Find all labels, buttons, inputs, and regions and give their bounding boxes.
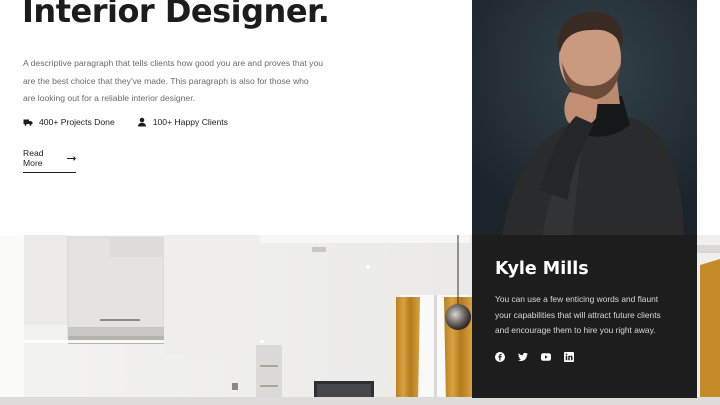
designer-portrait bbox=[472, 0, 697, 237]
social-links bbox=[495, 351, 675, 362]
twitter-icon[interactable] bbox=[518, 352, 528, 362]
profile-card: Kyle Mills You can use a few enticing wo… bbox=[472, 235, 697, 398]
user-icon bbox=[137, 117, 147, 127]
truck-icon bbox=[23, 117, 33, 127]
profile-bio: You can use a few enticing words and fla… bbox=[495, 294, 661, 335]
read-more-label: Read More bbox=[23, 148, 44, 168]
hero-title: Interior Designer. bbox=[22, 0, 330, 30]
read-more-link[interactable]: Read More bbox=[23, 148, 76, 173]
arrow-right-icon bbox=[67, 155, 76, 162]
stat-projects: 400+ Projects Done bbox=[23, 117, 115, 127]
stats-row: 400+ Projects Done 100+ Happy Clients bbox=[23, 117, 228, 127]
stat-clients-label: 100+ Happy Clients bbox=[152, 117, 228, 127]
hero-description: A descriptive paragraph that tells clien… bbox=[23, 58, 324, 103]
youtube-icon[interactable] bbox=[541, 352, 551, 362]
linkedin-icon[interactable] bbox=[564, 351, 574, 362]
profile-name: Kyle Mills bbox=[495, 259, 589, 279]
facebook-icon[interactable] bbox=[495, 351, 505, 362]
stat-clients: 100+ Happy Clients bbox=[137, 117, 228, 127]
stat-projects-label: 400+ Projects Done bbox=[39, 117, 115, 127]
portrait-illustration bbox=[472, 0, 697, 237]
